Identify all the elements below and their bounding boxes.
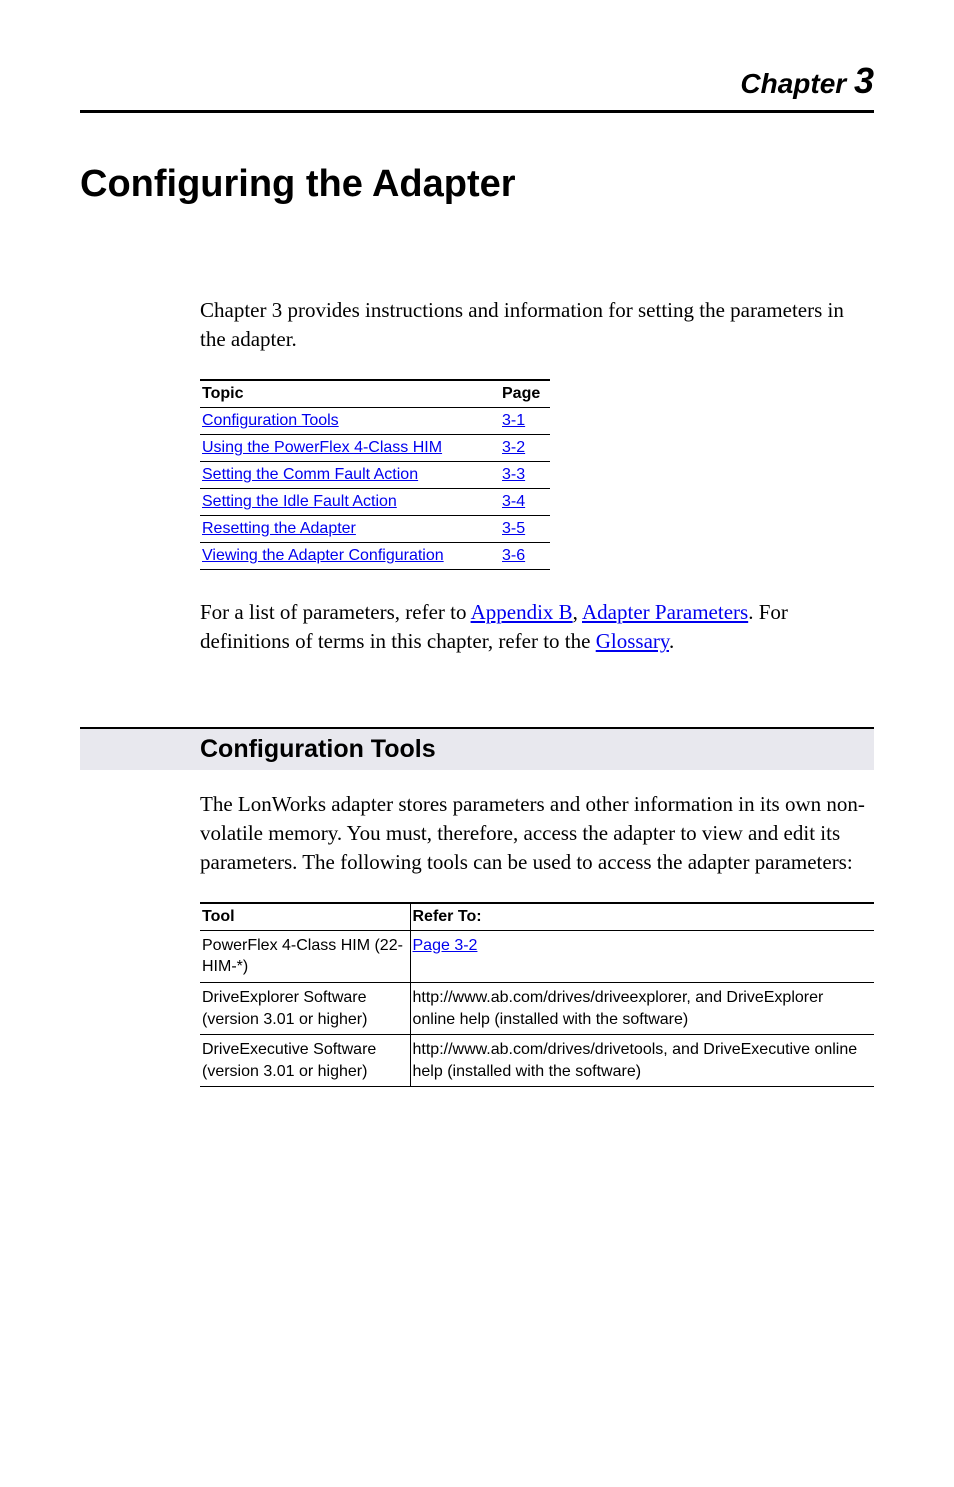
followup-pre1: For a list of parameters, refer to bbox=[200, 600, 471, 624]
page-link[interactable]: 3-4 bbox=[502, 493, 525, 510]
adapter-params-link[interactable]: Adapter Parameters bbox=[582, 600, 748, 624]
table-row: Viewing the Adapter Configuration 3-6 bbox=[200, 542, 550, 569]
page-link[interactable]: 3-1 bbox=[502, 412, 525, 429]
topic-link[interactable]: Setting the Comm Fault Action bbox=[202, 466, 418, 483]
tool-header: Tool bbox=[200, 903, 410, 931]
section-heading: Configuration Tools bbox=[200, 735, 874, 764]
table-row: DriveExecutive Software (version 3.01 or… bbox=[200, 1035, 874, 1087]
topic-table: Topic Page Configuration Tools 3-1 Using… bbox=[200, 379, 550, 570]
topic-link[interactable]: Setting the Idle Fault Action bbox=[202, 493, 397, 510]
refer-cell: http://www.ab.com/drives/drivetools, and… bbox=[410, 1035, 874, 1087]
page-link[interactable]: 3-2 bbox=[502, 439, 525, 456]
table-row: Setting the Idle Fault Action 3-4 bbox=[200, 488, 550, 515]
chapter-number: 3 bbox=[854, 60, 874, 101]
page-link[interactable]: 3-5 bbox=[502, 520, 525, 537]
table-row: Resetting the Adapter 3-5 bbox=[200, 515, 550, 542]
glossary-link[interactable]: Glossary bbox=[596, 629, 669, 653]
chapter-header: Chapter 3 bbox=[80, 60, 874, 102]
section-heading-wrap: Configuration Tools bbox=[80, 727, 874, 770]
followup-sep1: , bbox=[573, 600, 582, 624]
page-link[interactable]: 3-3 bbox=[502, 466, 525, 483]
intro-block: Chapter 3 provides instructions and info… bbox=[200, 296, 874, 657]
refer-cell: http://www.ab.com/drives/driveexplorer, … bbox=[410, 982, 874, 1034]
table-row: PowerFlex 4-Class HIM (22-HIM-*) Page 3-… bbox=[200, 930, 874, 982]
topic-link[interactable]: Using the PowerFlex 4-Class HIM bbox=[202, 439, 442, 456]
tool-table: Tool Refer To: PowerFlex 4-Class HIM (22… bbox=[200, 902, 874, 1088]
refer-header: Refer To: bbox=[410, 903, 874, 931]
chapter-underline bbox=[80, 110, 874, 113]
page-title: Configuring the Adapter bbox=[80, 163, 874, 206]
appendix-link[interactable]: Appendix B bbox=[471, 600, 573, 624]
table-row: DriveExplorer Software (version 3.01 or … bbox=[200, 982, 874, 1034]
topic-header: Topic bbox=[200, 380, 500, 408]
page-link[interactable]: 3-6 bbox=[502, 547, 525, 564]
section-body-block: The LonWorks adapter stores parameters a… bbox=[200, 790, 874, 1088]
table-row: Configuration Tools 3-1 bbox=[200, 407, 550, 434]
table-row: Using the PowerFlex 4-Class HIM 3-2 bbox=[200, 434, 550, 461]
tool-cell: PowerFlex 4-Class HIM (22-HIM-*) bbox=[200, 930, 410, 982]
section-body: The LonWorks adapter stores parameters a… bbox=[200, 790, 874, 878]
refer-cell: Page 3-2 bbox=[410, 930, 874, 982]
topic-link[interactable]: Configuration Tools bbox=[202, 412, 339, 429]
table-row: Setting the Comm Fault Action 3-3 bbox=[200, 461, 550, 488]
tool-cell: DriveExplorer Software (version 3.01 or … bbox=[200, 982, 410, 1034]
topic-link[interactable]: Resetting the Adapter bbox=[202, 520, 356, 537]
topic-link[interactable]: Viewing the Adapter Configuration bbox=[202, 547, 444, 564]
followup-post2: . bbox=[669, 629, 674, 653]
intro-text: Chapter 3 provides instructions and info… bbox=[200, 296, 874, 355]
chapter-label: Chapter bbox=[740, 68, 846, 99]
page-ref-link[interactable]: Page 3-2 bbox=[413, 937, 478, 954]
page-header: Page bbox=[500, 380, 550, 408]
tool-cell: DriveExecutive Software (version 3.01 or… bbox=[200, 1035, 410, 1087]
followup-text: For a list of parameters, refer to Appen… bbox=[200, 598, 874, 657]
